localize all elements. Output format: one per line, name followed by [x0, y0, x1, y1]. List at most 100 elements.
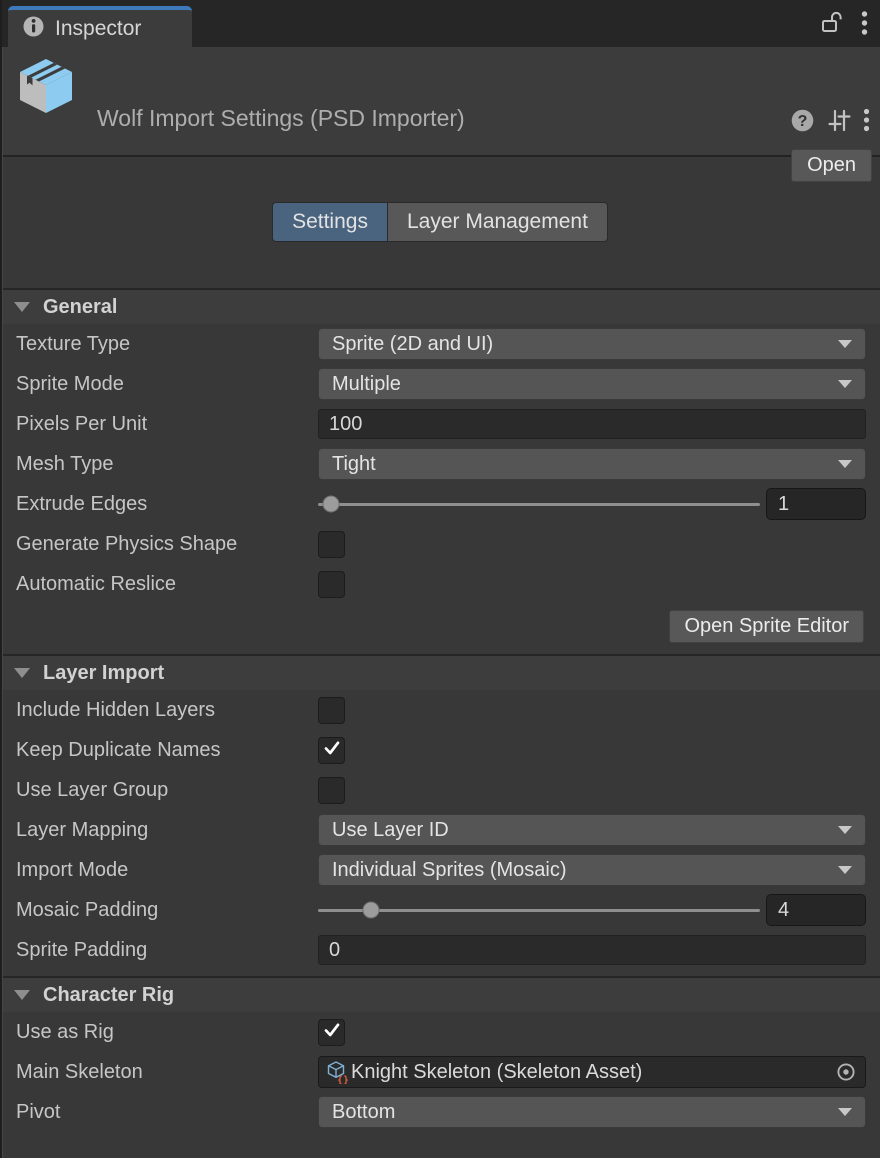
row-generate-physics-shape: Generate Physics Shape	[0, 524, 880, 564]
kebab-menu-icon[interactable]	[861, 9, 868, 42]
row-field	[318, 571, 866, 598]
chevron-down-icon	[838, 1108, 852, 1116]
texture-type-dropdown[interactable]: Sprite (2D and UI)	[318, 328, 866, 360]
row-keep-duplicate-names: Keep Duplicate Names	[0, 730, 880, 770]
use-as-rig-checkbox[interactable]	[318, 1019, 345, 1046]
use-layer-group-checkbox[interactable]	[318, 777, 345, 804]
dropdown-value: Use Layer ID	[332, 819, 838, 842]
row-label: Include Hidden Layers	[16, 699, 318, 722]
row-label: Import Mode	[16, 859, 318, 882]
help-icon[interactable]: ?	[790, 108, 815, 138]
info-icon	[22, 15, 45, 43]
mosaic-padding-slider: 4	[318, 894, 866, 926]
row-mosaic-padding: Mosaic Padding 4	[0, 890, 880, 930]
keep-duplicate-names-checkbox[interactable]	[318, 737, 345, 764]
slider-track[interactable]	[318, 503, 760, 506]
chevron-down-icon	[838, 380, 852, 388]
sprite-padding-field[interactable]: 0	[318, 935, 866, 965]
check-icon	[322, 1020, 342, 1045]
row-field: Use Layer ID	[318, 814, 866, 846]
chevron-down-icon	[838, 866, 852, 874]
dropdown-value: Individual Sprites (Mosaic)	[332, 859, 838, 882]
row-extrude-edges: Extrude Edges1	[0, 484, 880, 524]
kebab-menu-icon[interactable]	[863, 107, 870, 138]
open-sprite-editor-button[interactable]: Open Sprite Editor	[669, 610, 864, 643]
open-button[interactable]: Open	[791, 149, 872, 182]
row-main-skeleton: Main Skeleton{}Knight Skeleton (Skeleton…	[0, 1052, 880, 1092]
inspector-tab[interactable]: Inspector	[8, 6, 192, 47]
row-label: Main Skeleton	[16, 1061, 318, 1084]
layer-mapping-dropdown[interactable]: Use Layer ID	[318, 814, 866, 846]
section-header-general[interactable]: General	[0, 290, 880, 324]
inspector-sections: GeneralTexture TypeSprite (2D and UI)Spr…	[0, 288, 880, 1138]
include-hidden-layers-checkbox[interactable]	[318, 697, 345, 724]
row-field: Individual Sprites (Mosaic)	[318, 854, 866, 886]
row-field: Multiple	[318, 368, 866, 400]
extrude-edges-slider: 1	[318, 488, 866, 520]
row-label: Mesh Type	[16, 453, 318, 476]
section-character-rig: Character Rig Use as Rig Main Skeleton{}Kn…	[0, 976, 880, 1138]
dropdown-value: Sprite (2D and UI)	[332, 333, 838, 356]
row-automatic-reslice: Automatic Reslice	[0, 564, 880, 604]
row-label: Pivot	[16, 1101, 318, 1124]
sprite-mode-dropdown[interactable]: Multiple	[318, 368, 866, 400]
row-field: Sprite (2D and UI)	[318, 328, 866, 360]
row-sprite-padding: Sprite Padding0	[0, 930, 880, 970]
row-label: Sprite Mode	[16, 373, 318, 396]
unlock-icon[interactable]	[819, 9, 845, 42]
skeleton-asset-icon: {}	[325, 1060, 349, 1084]
row-field	[318, 697, 866, 724]
row-use-as-rig: Use as Rig	[0, 1012, 880, 1052]
row-pivot: PivotBottom	[0, 1092, 880, 1132]
section-layer-import: Layer Import Include Hidden Layers Keep Du…	[0, 654, 880, 976]
section-general: GeneralTexture TypeSprite (2D and UI)Spr…	[0, 288, 880, 654]
psd-package-icon	[13, 54, 79, 125]
section-header-character-rig[interactable]: Character Rig	[0, 978, 880, 1012]
mesh-type-dropdown[interactable]: Tight	[318, 448, 866, 480]
section-title: Character Rig	[43, 984, 174, 1007]
row-field: 4	[318, 894, 866, 926]
slider-track[interactable]	[318, 909, 760, 912]
row-label: Use as Rig	[16, 1021, 318, 1044]
row-layer-mapping: Layer MappingUse Layer ID	[0, 810, 880, 850]
import-mode-dropdown[interactable]: Individual Sprites (Mosaic)	[318, 854, 866, 886]
dropdown-value: Tight	[332, 453, 838, 476]
row-field	[318, 737, 866, 764]
row-texture-type: Texture TypeSprite (2D and UI)	[0, 324, 880, 364]
row-label: Automatic Reslice	[16, 573, 318, 596]
row-field: {}Knight Skeleton (Skeleton Asset)	[318, 1056, 866, 1088]
window-tab-bar: Inspector	[0, 0, 880, 47]
slider-handle[interactable]	[323, 496, 340, 513]
row-use-layer-group: Use Layer Group	[0, 770, 880, 810]
chevron-down-icon	[838, 340, 852, 348]
panel-left-edge-highlight	[2, 47, 3, 1158]
asset-title: Wolf Import Settings (PSD Importer)	[97, 105, 465, 132]
pixels-per-unit-field[interactable]: 100	[318, 409, 866, 439]
extrude-edges-value-field[interactable]: 1	[766, 488, 866, 520]
main-skeleton-object-field[interactable]: {}Knight Skeleton (Skeleton Asset)	[318, 1056, 866, 1088]
pivot-dropdown[interactable]: Bottom	[318, 1096, 866, 1128]
mosaic-padding-value-field[interactable]: 4	[766, 894, 866, 926]
row-label: Mosaic Padding	[16, 899, 318, 922]
foldout-arrow-icon	[14, 302, 30, 312]
tab-layer-management[interactable]: Layer Management	[387, 202, 608, 242]
automatic-reslice-checkbox[interactable]	[318, 571, 345, 598]
view-tab-group: Settings Layer Management	[0, 202, 880, 242]
section-header-layer-import[interactable]: Layer Import	[0, 656, 880, 690]
slider-handle[interactable]	[363, 902, 380, 919]
object-picker-icon[interactable]	[829, 1060, 863, 1084]
row-field: 100	[318, 409, 866, 439]
row-field: 0	[318, 935, 866, 965]
presets-icon[interactable]	[826, 108, 852, 138]
row-label: Sprite Padding	[16, 939, 318, 962]
row-include-hidden-layers: Include Hidden Layers	[0, 690, 880, 730]
generate-physics-shape-checkbox[interactable]	[318, 531, 345, 558]
check-icon	[322, 738, 342, 763]
tab-settings[interactable]: Settings	[272, 202, 387, 242]
row-label: Use Layer Group	[16, 779, 318, 802]
row-sprite-mode: Sprite ModeMultiple	[0, 364, 880, 404]
row-label: Pixels Per Unit	[16, 413, 318, 436]
foldout-arrow-icon	[14, 990, 30, 1000]
inspector-header: Wolf Import Settings (PSD Importer) ? Op…	[0, 47, 880, 157]
foldout-arrow-icon	[14, 668, 30, 678]
